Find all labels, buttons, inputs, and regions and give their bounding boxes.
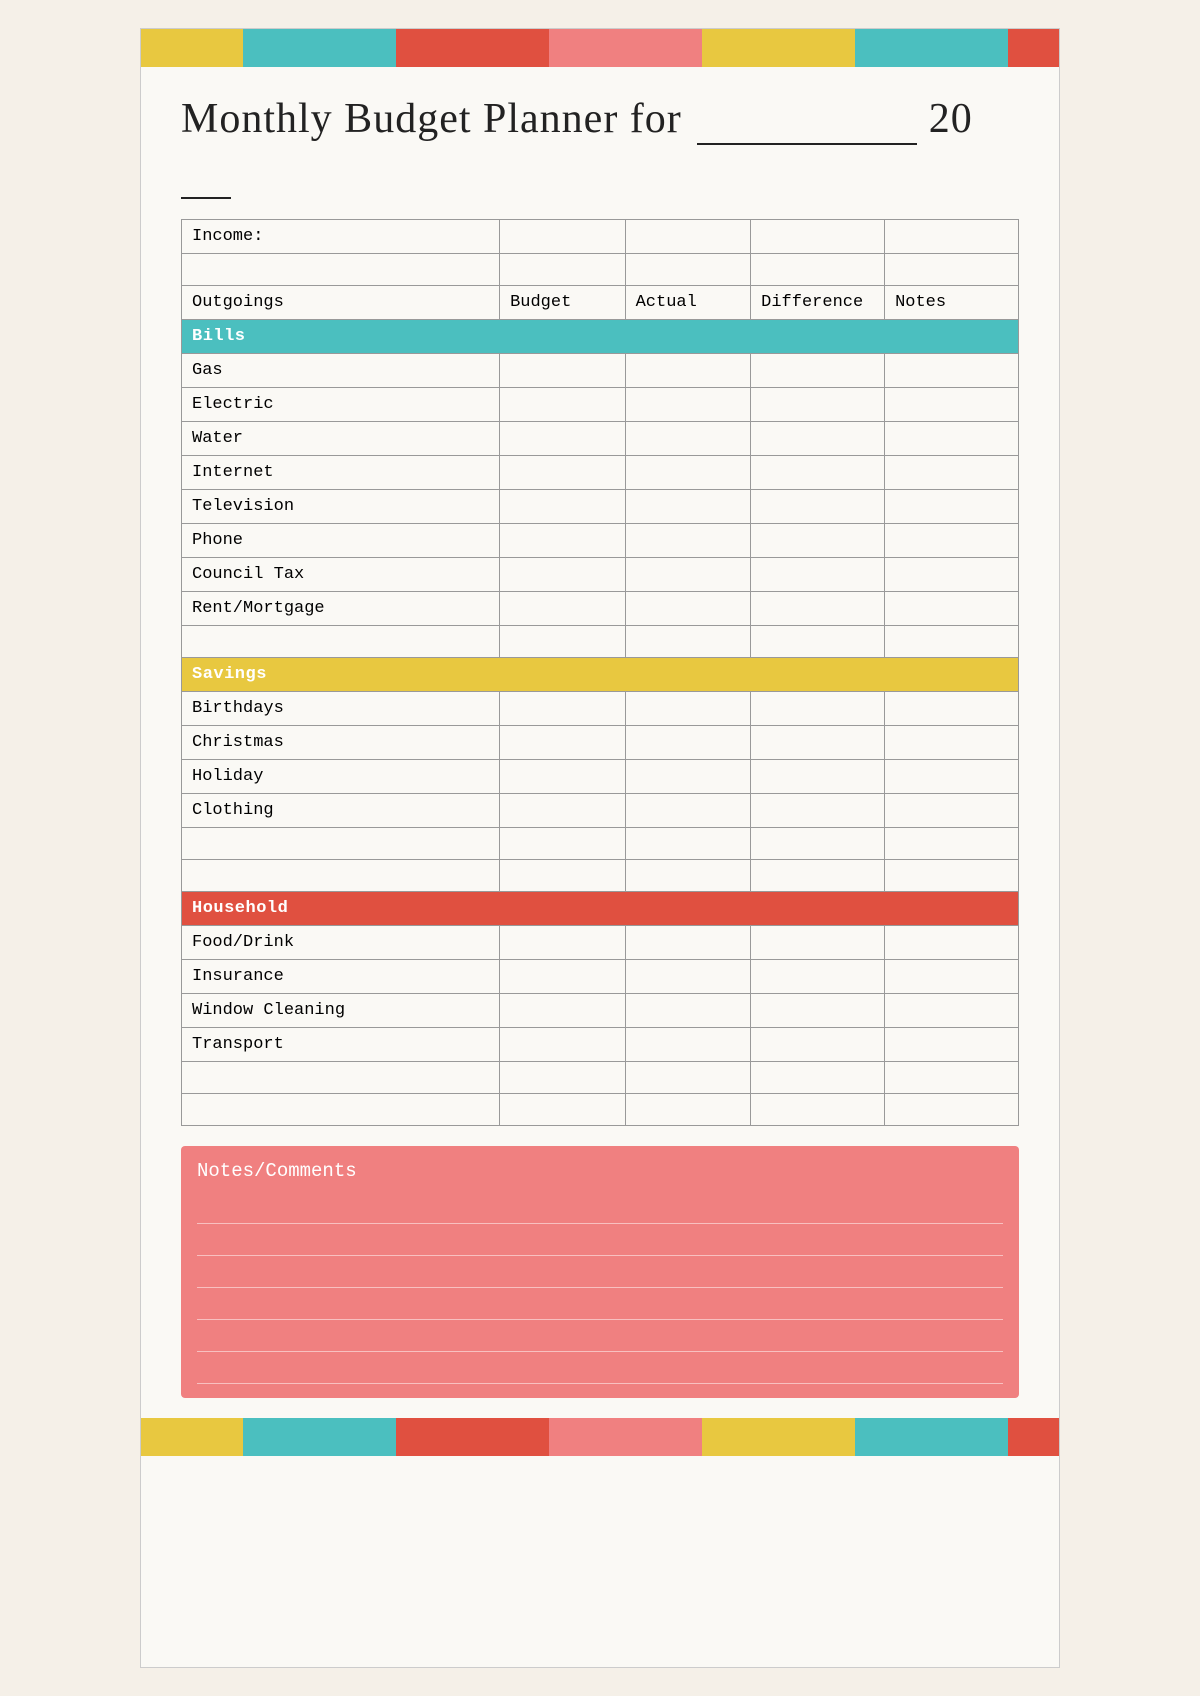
col-budget: Budget: [500, 286, 626, 320]
category-household-row: Household: [182, 892, 1019, 926]
income-difference: [751, 220, 885, 254]
income-actual: [625, 220, 751, 254]
income-notes: [885, 220, 1019, 254]
row-council-tax: Council Tax: [182, 558, 1019, 592]
page-title: Monthly Budget Planner for 20: [181, 95, 1019, 199]
top-color-bar: [141, 29, 1059, 67]
row-food-drink: Food/Drink: [182, 926, 1019, 960]
row-birthdays: Birthdays: [182, 692, 1019, 726]
label-rent-mortgage: Rent/Mortgage: [182, 592, 500, 626]
savings-empty-row-1: [182, 828, 1019, 860]
row-christmas: Christmas: [182, 726, 1019, 760]
bottom-bar-seg-7: [1008, 1418, 1059, 1456]
notes-line-5: [197, 1320, 1003, 1352]
label-insurance: Insurance: [182, 960, 500, 994]
row-water: Water: [182, 422, 1019, 456]
label-internet: Internet: [182, 456, 500, 490]
category-household-label: Household: [182, 892, 1019, 926]
label-phone: Phone: [182, 524, 500, 558]
label-water: Water: [182, 422, 500, 456]
row-insurance: Insurance: [182, 960, 1019, 994]
row-rent-mortgage: Rent/Mortgage: [182, 592, 1019, 626]
col-difference: Difference: [751, 286, 885, 320]
label-window-cleaning: Window Cleaning: [182, 994, 500, 1028]
row-clothing: Clothing: [182, 794, 1019, 828]
col-outgoings: Outgoings: [182, 286, 500, 320]
label-council-tax: Council Tax: [182, 558, 500, 592]
page: Monthly Budget Planner for 20 Income: Ou…: [140, 28, 1060, 1668]
top-bar-seg-2: [243, 29, 396, 67]
bills-empty-row: [182, 626, 1019, 658]
top-bar-seg-5: [702, 29, 855, 67]
row-television: Television: [182, 490, 1019, 524]
row-electric: Electric: [182, 388, 1019, 422]
bottom-color-bar: [141, 1418, 1059, 1456]
label-gas: Gas: [182, 354, 500, 388]
bottom-bar-seg-6: [855, 1418, 1008, 1456]
bottom-bar-seg-3: [396, 1418, 549, 1456]
category-bills-row: Bills: [182, 320, 1019, 354]
row-gas: Gas: [182, 354, 1019, 388]
bottom-bar-seg-1: [141, 1418, 243, 1456]
notes-line-1: [197, 1192, 1003, 1224]
notes-line-2: [197, 1224, 1003, 1256]
notes-lines: [197, 1192, 1003, 1384]
category-bills-label: Bills: [182, 320, 1019, 354]
title-area: Monthly Budget Planner for 20: [141, 67, 1059, 219]
income-empty-row: [182, 254, 1019, 286]
household-empty-row-2: [182, 1094, 1019, 1126]
top-bar-seg-1: [141, 29, 243, 67]
income-label: Income:: [182, 220, 500, 254]
notes-line-4: [197, 1288, 1003, 1320]
label-birthdays: Birthdays: [182, 692, 500, 726]
row-transport: Transport: [182, 1028, 1019, 1062]
row-phone: Phone: [182, 524, 1019, 558]
row-window-cleaning: Window Cleaning: [182, 994, 1019, 1028]
col-actual: Actual: [625, 286, 751, 320]
label-food-drink: Food/Drink: [182, 926, 500, 960]
bottom-bar-seg-5: [702, 1418, 855, 1456]
notes-line-6: [197, 1352, 1003, 1384]
household-empty-row-1: [182, 1062, 1019, 1094]
label-clothing: Clothing: [182, 794, 500, 828]
header-row: Outgoings Budget Actual Difference Notes: [182, 286, 1019, 320]
notes-title: Notes/Comments: [197, 1160, 1003, 1182]
category-savings-row: Savings: [182, 658, 1019, 692]
title-prefix: Monthly Budget Planner for: [181, 96, 682, 142]
label-television: Television: [182, 490, 500, 524]
income-budget: [500, 220, 626, 254]
col-notes: Notes: [885, 286, 1019, 320]
label-transport: Transport: [182, 1028, 500, 1062]
title-underline: [697, 95, 917, 145]
bottom-bar-seg-4: [549, 1418, 702, 1456]
notes-section: Notes/Comments: [181, 1146, 1019, 1398]
row-internet: Internet: [182, 456, 1019, 490]
income-row: Income:: [182, 220, 1019, 254]
label-electric: Electric: [182, 388, 500, 422]
budget-table-wrapper: Income: Outgoings Budget Actual Differen…: [141, 219, 1059, 1126]
label-christmas: Christmas: [182, 726, 500, 760]
budget-table: Income: Outgoings Budget Actual Differen…: [181, 219, 1019, 1126]
savings-empty-row-2: [182, 860, 1019, 892]
category-savings-label: Savings: [182, 658, 1019, 692]
bottom-bar-seg-2: [243, 1418, 396, 1456]
top-bar-seg-4: [549, 29, 702, 67]
top-bar-seg-7: [1008, 29, 1059, 67]
notes-line-3: [197, 1256, 1003, 1288]
row-holiday: Holiday: [182, 760, 1019, 794]
label-holiday: Holiday: [182, 760, 500, 794]
title-year-blank: [181, 149, 231, 199]
top-bar-seg-6: [855, 29, 1008, 67]
title-year-prefix: 20: [929, 96, 973, 142]
top-bar-seg-3: [396, 29, 549, 67]
